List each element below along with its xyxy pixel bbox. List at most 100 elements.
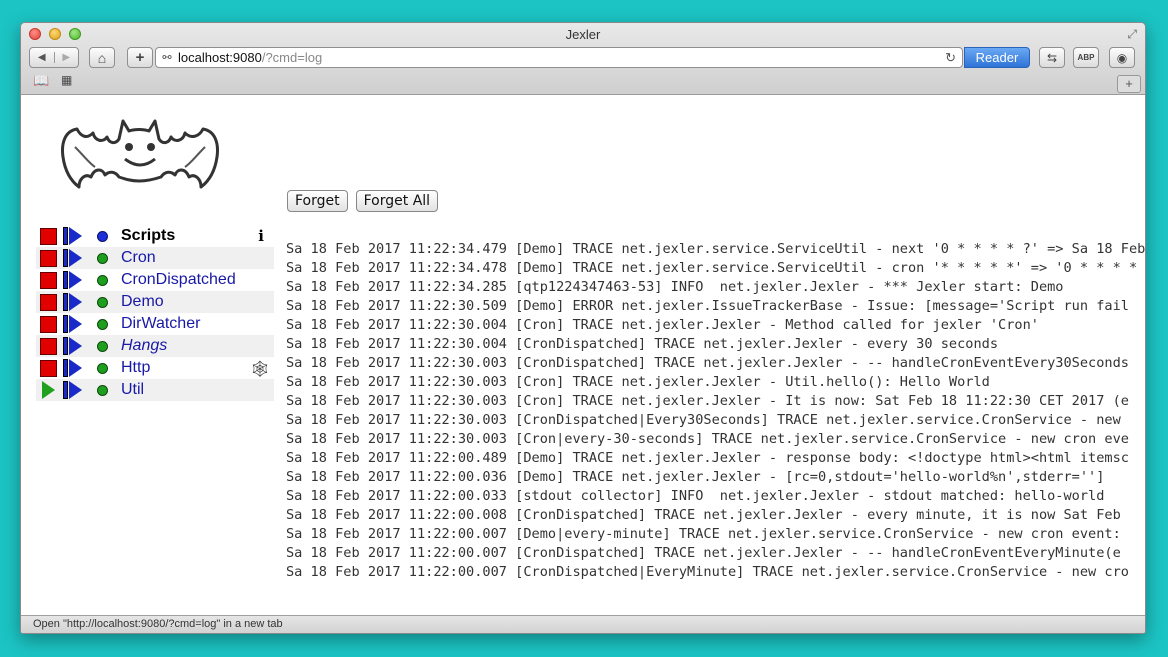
script-rows: Cron CronDispatched Demo DirWatcher Hangs Htt… [36,247,274,401]
script-row: Hangs [36,335,274,357]
log-line: Sa 18 Feb 2017 11:22:30.004 [CronDispatc… [286,336,999,352]
page-content: Scripts i Cron CronDispatched Demo DirWatch… [21,95,1145,617]
reader-button[interactable]: Reader [964,47,1030,68]
script-name-link[interactable]: CronDispatched [121,271,236,289]
window-title: Jexler [565,27,601,42]
add-bookmark-button[interactable]: + [127,47,153,68]
log-line: Sa 18 Feb 2017 11:22:00.033 [stdout coll… [286,488,1105,504]
script-name-link[interactable]: DirWatcher [121,315,200,333]
log-line: Sa 18 Feb 2017 11:22:34.285 [qtp12243474… [286,279,1064,295]
script-name-link[interactable]: Util [121,381,144,399]
home-icon: ⌂ [97,49,107,66]
scripts-header-row: Scripts i [36,225,274,247]
play-icon [42,381,55,399]
address-host: localhost:9080 [178,50,262,65]
stop-button[interactable] [40,271,57,289]
status-dot [97,318,108,330]
restart-button[interactable] [63,271,85,289]
restart-button[interactable] [63,381,85,399]
ghostery-button[interactable]: ◉ [1109,47,1135,68]
stop-button[interactable] [40,315,57,333]
script-row: Http 🕸 [36,357,274,379]
forget-button[interactable]: Forget [287,190,348,212]
script-name-link[interactable]: Http [121,359,150,377]
log-actions: Forget Forget All [287,190,439,212]
top-sites-icon[interactable]: ▦ [61,73,72,87]
adblock-button[interactable]: ABP [1073,47,1099,68]
status-bar: Open "http://localhost:9080/?cmd=log" in… [21,615,1145,633]
restart-button[interactable] [63,249,85,267]
script-row: Cron [36,247,274,269]
web-icon[interactable]: 🕸 [250,359,270,379]
stop-button[interactable] [40,293,57,311]
restart-button[interactable] [63,315,85,333]
script-row: DirWatcher [36,313,274,335]
stop-button[interactable] [40,337,57,355]
log-line: Sa 18 Feb 2017 11:22:34.478 [Demo] TRACE… [286,260,1145,276]
log-line: Sa 18 Feb 2017 11:22:30.509 [Demo] ERROR… [286,298,1129,314]
log-line: Sa 18 Feb 2017 11:22:00.007 [CronDispatc… [286,564,1129,580]
status-dot [97,384,108,396]
log-output: Sa 18 Feb 2017 11:22:34.479 [Demo] TRACE… [286,240,1145,608]
reading-list-icon[interactable]: 📖 [33,73,49,89]
navigation-row: ◀ ▶ ⌂ + ⚯ localhost:9080 /?cmd=log ↻ Rea… [21,47,1145,71]
address-path: /?cmd=log [261,50,323,65]
scripts-table: Scripts i Cron CronDispatched Demo DirWatch… [36,225,274,401]
jexler-bat-logo [61,119,219,189]
restart-button[interactable] [63,293,85,311]
script-row: Demo [36,291,274,313]
info-icon[interactable]: i [258,227,264,245]
restart-button[interactable] [63,359,85,377]
address-bar[interactable]: ⚯ localhost:9080 /?cmd=log ↻ [155,47,963,68]
script-name-link[interactable]: Hangs [121,337,167,355]
status-dot [97,230,108,242]
log-line: Sa 18 Feb 2017 11:22:30.004 [Cron] TRACE… [286,317,1039,333]
log-line: Sa 18 Feb 2017 11:22:00.489 [Demo] TRACE… [286,450,1129,466]
log-line: Sa 18 Feb 2017 11:22:00.007 [CronDispatc… [286,545,1121,561]
log-line: Sa 18 Feb 2017 11:22:30.003 [CronDispatc… [286,412,1121,428]
reload-icon[interactable]: ↻ [945,50,956,66]
script-row: Util [36,379,274,401]
browser-window: Jexler ⤢ ◀ ▶ ⌂ + ⚯ localhost:9080 /?cmd=… [20,22,1146,634]
stop-button[interactable] [40,359,57,377]
status-dot [97,296,108,308]
restart-all-button[interactable] [63,227,85,245]
browser-toolbar: Jexler ⤢ ◀ ▶ ⌂ + ⚯ localhost:9080 /?cmd=… [21,23,1145,95]
arrows-icon: ⇆ [1046,50,1058,65]
stop-button[interactable] [40,249,57,267]
plus-icon: + [135,49,145,66]
new-tab-button[interactable]: + [1117,75,1141,93]
forward-icon[interactable]: ▶ [53,52,79,63]
scripts-header: Scripts [121,227,176,244]
log-line: Sa 18 Feb 2017 11:22:30.003 [Cron|every-… [286,431,1129,447]
status-dot [97,340,108,352]
back-forward-buttons: ◀ ▶ [29,47,79,68]
script-name-link[interactable]: Demo [121,293,164,311]
status-dot [97,362,108,374]
fullscreen-icon[interactable]: ⤢ [1127,27,1137,42]
log-line: Sa 18 Feb 2017 11:22:30.003 [CronDispatc… [286,355,1129,371]
start-button[interactable] [40,381,57,399]
log-line: Sa 18 Feb 2017 11:22:00.036 [Demo] TRACE… [286,469,1105,485]
restart-button[interactable] [63,337,85,355]
forget-all-button[interactable]: Forget All [355,190,439,212]
status-dot [97,274,108,286]
title-bar: Jexler ⤢ [21,23,1145,45]
adblock-icon: ABP [1077,53,1095,62]
back-icon[interactable]: ◀ [30,52,54,63]
stop-all-button[interactable] [40,227,57,245]
ghost-icon: ◉ [1116,50,1128,65]
log-line: Sa 18 Feb 2017 11:22:00.007 [Demo|every-… [286,526,1121,542]
log-line: Sa 18 Feb 2017 11:22:30.003 [Cron] TRACE… [286,374,990,390]
log-line: Sa 18 Feb 2017 11:22:34.479 [Demo] TRACE… [286,241,1145,257]
glasses-icon: ⚯ [162,52,172,64]
log-line: Sa 18 Feb 2017 11:22:30.003 [Cron] TRACE… [286,393,1129,409]
script-row: CronDispatched [36,269,274,291]
script-name-link[interactable]: Cron [121,249,156,267]
bookmarks-bar: 📖 ▦ + [21,73,1145,93]
log-line: Sa 18 Feb 2017 11:22:00.008 [CronDispatc… [286,507,1121,523]
plus-icon: + [1125,76,1133,91]
status-dot [97,252,108,264]
share-button[interactable]: ⇆ [1039,47,1065,68]
home-button[interactable]: ⌂ [89,47,115,68]
